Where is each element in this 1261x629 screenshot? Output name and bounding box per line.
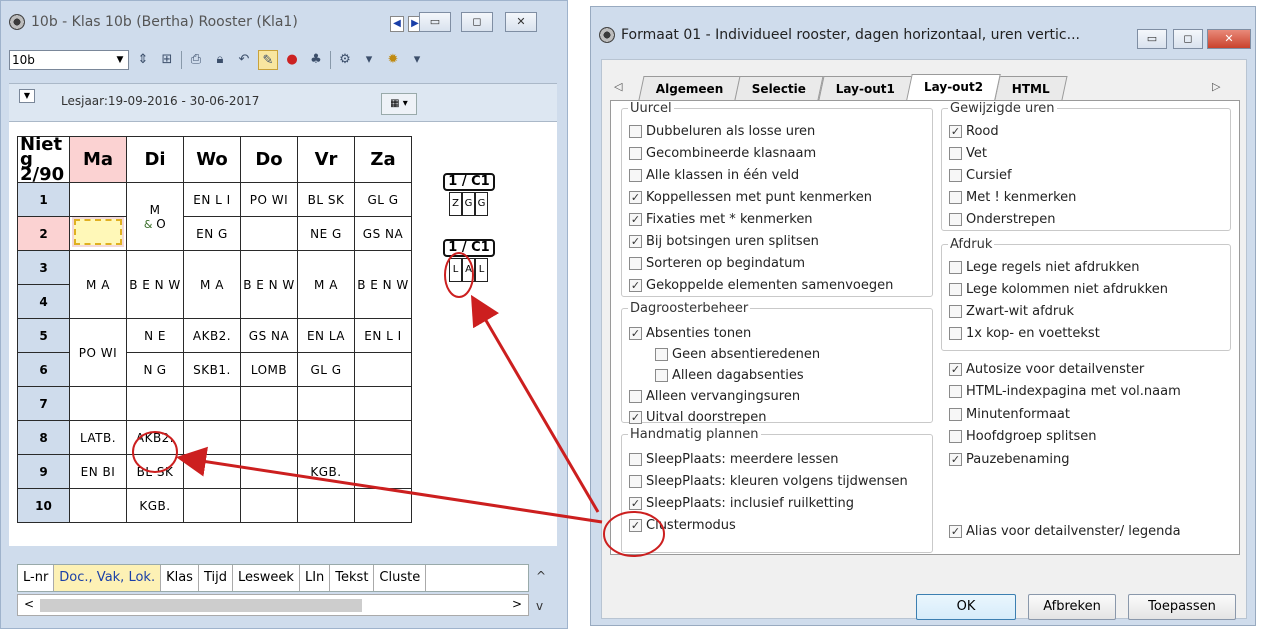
annotation-arrow bbox=[176, 446, 603, 524]
annotation-circle bbox=[132, 431, 178, 473]
annotation-circle bbox=[444, 252, 474, 298]
annotation-arrow bbox=[470, 294, 600, 513]
annotation-overlay bbox=[132, 252, 665, 557]
tab-label: Lay-out2 bbox=[923, 80, 983, 94]
tab-layout2[interactable]: Lay-out2 bbox=[905, 74, 1001, 100]
annotation-circle bbox=[603, 511, 665, 557]
